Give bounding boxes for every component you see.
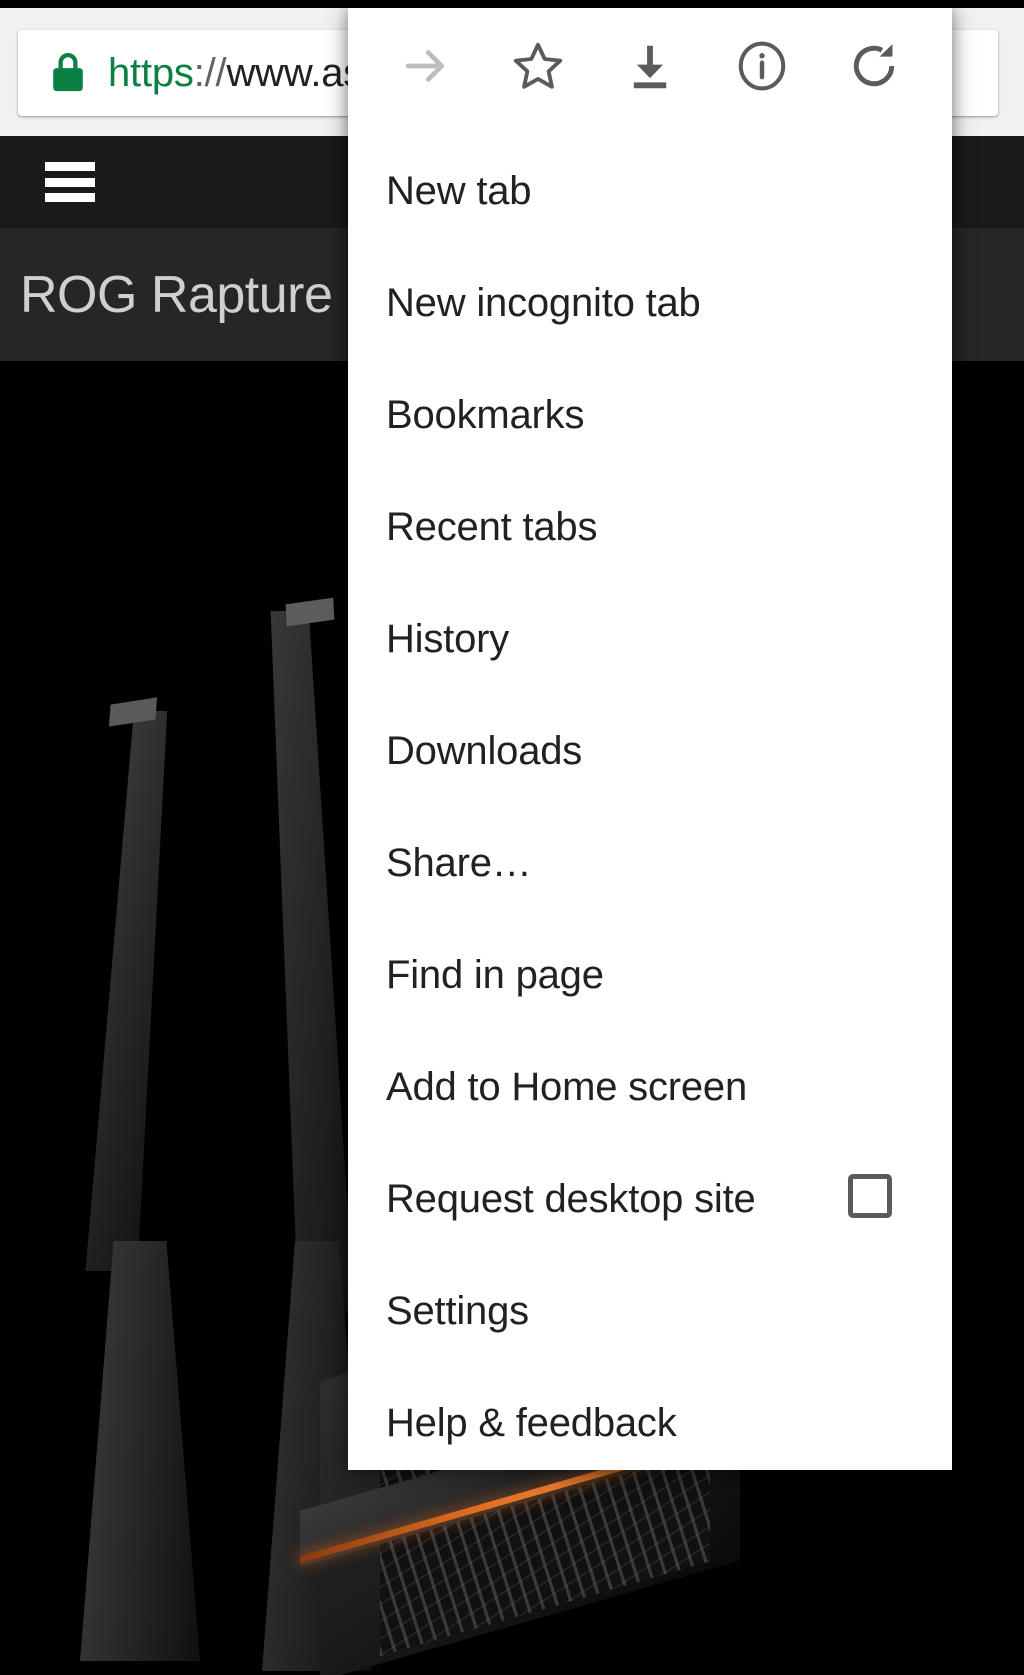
reload-icon[interactable] xyxy=(835,27,913,105)
menu-item-label: Downloads xyxy=(386,728,583,773)
router-antenna-right xyxy=(262,611,355,1311)
download-icon[interactable] xyxy=(611,27,689,105)
lock-icon xyxy=(48,50,88,96)
menu-item-label: History xyxy=(386,616,510,661)
url-scheme: https xyxy=(108,50,194,95)
router-antenna-left-base xyxy=(80,1241,200,1661)
menu-item-label: Help & feedback xyxy=(386,1400,677,1445)
star-icon[interactable] xyxy=(499,27,577,105)
hamburger-bar xyxy=(45,177,95,187)
menu-item-settings[interactable]: Settings xyxy=(348,1255,952,1367)
router-antenna-right-tip xyxy=(285,597,335,627)
request-desktop-site-checkbox[interactable] xyxy=(848,1174,892,1218)
hamburger-bar xyxy=(45,193,95,202)
url-text: https://www.as xyxy=(108,51,363,96)
menu-item-label: Add to Home screen xyxy=(386,1064,748,1109)
menu-icon-row xyxy=(348,8,952,123)
menu-item-request-desktop-site[interactable]: Request desktop site xyxy=(348,1143,952,1255)
menu-item-history[interactable]: History xyxy=(348,583,952,695)
menu-item-find-in-page[interactable]: Find in page xyxy=(348,919,952,1031)
menu-item-new-tab[interactable]: New tab xyxy=(348,135,952,247)
menu-item-add-to-home-screen[interactable]: Add to Home screen xyxy=(348,1031,952,1143)
hamburger-bar xyxy=(45,162,95,171)
info-icon[interactable] xyxy=(723,27,801,105)
menu-item-downloads[interactable]: Downloads xyxy=(348,695,952,807)
menu-item-label: New incognito tab xyxy=(386,280,701,325)
browser-overflow-menu: New tab New incognito tab Bookmarks Rece… xyxy=(348,8,952,1470)
menu-item-share[interactable]: Share… xyxy=(348,807,952,919)
menu-item-recent-tabs[interactable]: Recent tabs xyxy=(348,471,952,583)
menu-item-label: Settings xyxy=(386,1288,529,1333)
status-bar xyxy=(0,0,1024,8)
menu-item-label: Find in page xyxy=(386,952,604,997)
menu-item-label: Recent tabs xyxy=(386,504,598,549)
hamburger-menu-icon[interactable] xyxy=(45,162,95,202)
url-separator: :// xyxy=(193,50,227,95)
router-antenna-left xyxy=(85,711,176,1271)
menu-item-label: Share… xyxy=(386,840,532,885)
forward-arrow-icon[interactable] xyxy=(387,27,465,105)
menu-item-list: New tab New incognito tab Bookmarks Rece… xyxy=(348,123,952,1470)
menu-item-label: Bookmarks xyxy=(386,392,585,437)
menu-item-new-incognito-tab[interactable]: New incognito tab xyxy=(348,247,952,359)
menu-item-bookmarks[interactable]: Bookmarks xyxy=(348,359,952,471)
menu-item-label: Request desktop site xyxy=(386,1176,756,1221)
menu-item-help-and-feedback[interactable]: Help & feedback xyxy=(348,1367,952,1470)
url-host: www.as xyxy=(226,50,364,95)
menu-item-label: New tab xyxy=(386,168,532,213)
device-screen: https://www.as ROG Rapture GT New tab Ne… xyxy=(0,0,1024,1675)
